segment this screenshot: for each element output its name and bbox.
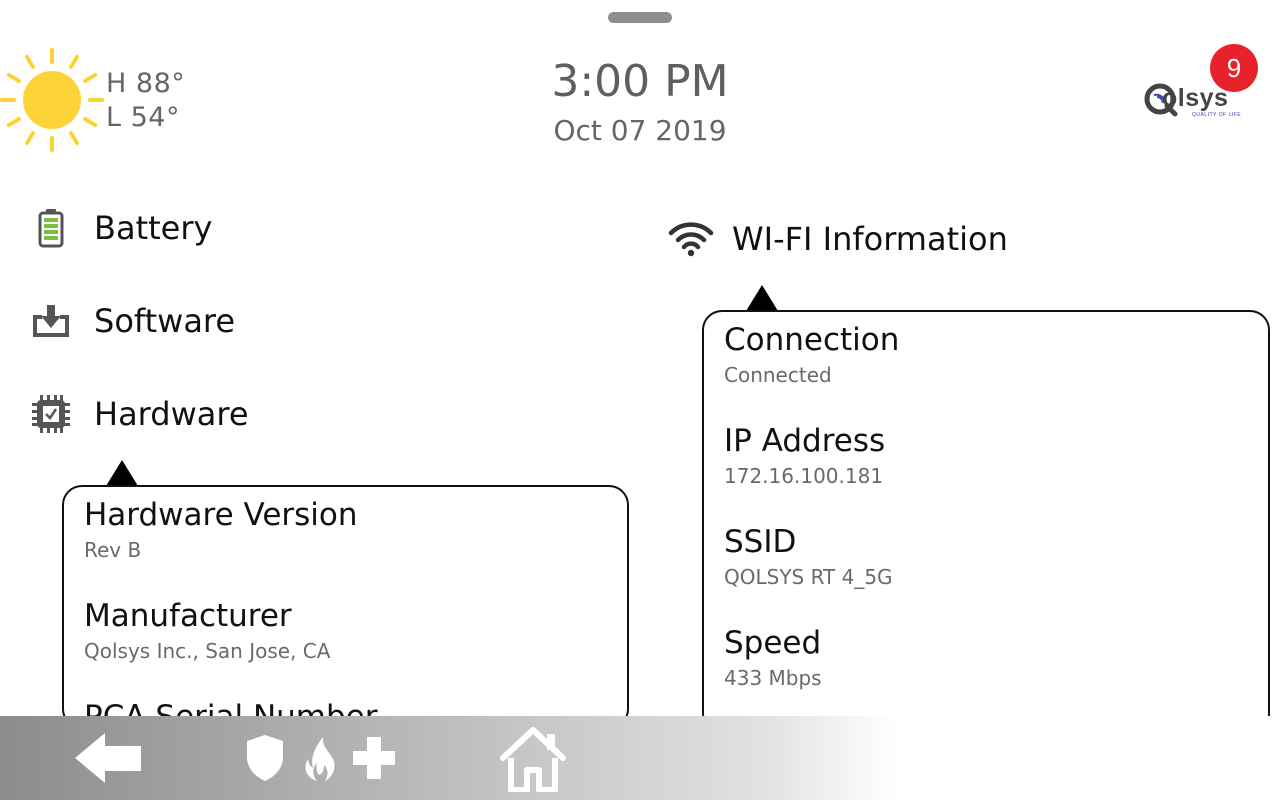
field-title: Speed [724,625,822,661]
clock-date: Oct 07 2019 [553,114,727,147]
info-field-hardware-version: Hardware Version Rev B [84,495,358,563]
bottom-navigation-bar [0,716,1280,800]
clock-time: 3:00 PM [551,56,729,107]
field-value: Rev B [84,538,142,562]
info-field-connection: Connection Connected [724,320,899,388]
menu-item-battery[interactable]: Battery [28,203,212,253]
menu-item-software[interactable]: Software [28,296,235,346]
logo-text: olsys [1162,84,1229,112]
menu-item-label: Software [94,302,236,340]
qolsys-logo[interactable]: olsys QUALITY OF LIFE [1144,80,1268,124]
clock[interactable]: 3:00 PM Oct 07 2019 [440,56,840,147]
low-temperature: L 54° [106,102,180,133]
hardware-panel-pointer [106,460,138,486]
wifi-icon [668,222,714,257]
menu-item-label: Hardware [94,395,249,433]
wifi-menu-label: WI-FI Information [732,220,1008,258]
fire-icon [305,737,335,781]
home-icon [500,727,566,792]
notification-badge[interactable]: 9 [1210,44,1258,92]
info-field-ssid: SSID QOLSYS RT 4_5G [724,522,893,590]
field-value: 433 Mbps [724,666,822,690]
info-field-ip-address: IP Address 172.16.100.181 [724,421,885,489]
shield-icon [247,735,283,781]
back-button[interactable] [60,716,156,800]
field-value: Qolsys Inc., San Jose, CA [84,639,331,663]
field-title: Connection [724,322,900,358]
pull-down-handle[interactable] [608,12,672,23]
field-value: 172.16.100.181 [724,464,884,488]
field-value: QOLSYS RT 4_5G [724,565,893,589]
field-title: SSID [724,524,797,560]
sun-icon [0,48,104,152]
hardware-info-panel[interactable]: Hardware Version Rev B Manufacturer Qols… [62,485,629,729]
chip-icon [28,391,74,437]
back-arrow-icon [75,733,141,783]
download-tray-icon [28,298,74,344]
menu-item-wifi-information[interactable]: WI-FI Information [668,214,1008,264]
plus-icon [353,737,395,779]
field-title: IP Address [724,423,886,459]
logo-tagline: QUALITY OF LIFE [1192,112,1242,118]
high-temperature: H 88° [106,68,186,99]
field-title: Manufacturer [84,598,292,634]
menu-item-hardware[interactable]: Hardware [28,389,249,439]
wifi-info-panel[interactable]: Connection Connected IP Address 172.16.1… [702,310,1270,734]
info-field-manufacturer: Manufacturer Qolsys Inc., San Jose, CA [84,596,330,664]
emergency-button[interactable] [230,716,410,800]
info-field-speed: Speed 433 Mbps [724,623,822,691]
weather-widget[interactable]: H 88° L 54° [0,44,200,156]
field-value: Connected [724,363,832,387]
battery-icon [28,205,74,251]
wifi-panel-pointer [746,285,778,311]
home-button[interactable] [488,716,578,800]
menu-item-label: Battery [94,209,213,247]
field-title: Hardware Version [84,497,358,533]
